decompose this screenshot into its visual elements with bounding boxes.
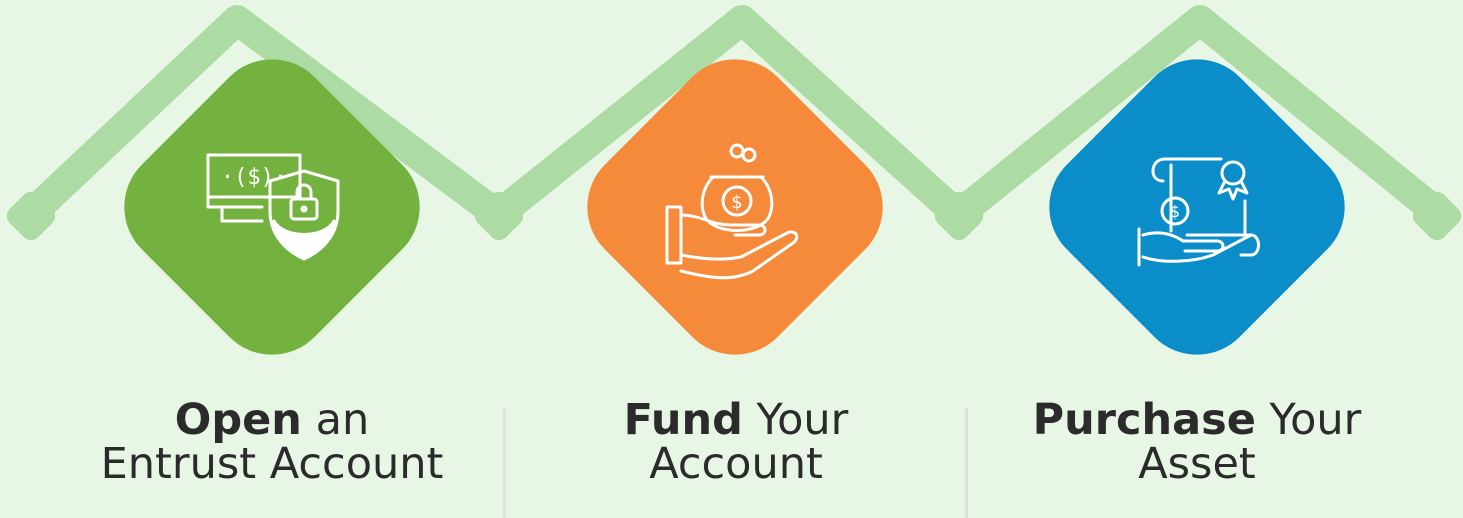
step-purchase-label: Purchase Your Asset — [997, 398, 1397, 486]
step-open-line2: Entrust Account — [100, 439, 444, 489]
step-open-rest: an — [301, 395, 370, 445]
divider-2 — [965, 408, 968, 518]
svg-text:$: $ — [731, 192, 742, 213]
process-diagram: ·($)· $ $ Open an Entrust Account Fund Y… — [0, 0, 1463, 518]
step-fund-line2: Account — [649, 439, 823, 489]
divider-1 — [503, 408, 506, 518]
hand-coin-purse-icon: $ — [665, 143, 799, 280]
money-bill-shield-lock-icon: ·($)· — [206, 153, 340, 261]
step-purchase-line2: Asset — [1138, 439, 1256, 489]
step-fund-label: Fund Your Account — [536, 398, 936, 486]
step-fund-rest: Your — [742, 395, 849, 445]
step-purchase-rest: Your — [1255, 395, 1362, 445]
step-open-bold: Open — [174, 395, 302, 445]
svg-text:$: $ — [1170, 202, 1180, 221]
step-open-label: Open an Entrust Account — [72, 398, 472, 486]
step-fund-bold: Fund — [623, 395, 743, 445]
hand-certificate-coin-icon: $ — [1137, 157, 1260, 267]
svg-text:·($)·: ·($)· — [221, 165, 287, 190]
step-purchase-bold: Purchase — [1032, 395, 1256, 445]
